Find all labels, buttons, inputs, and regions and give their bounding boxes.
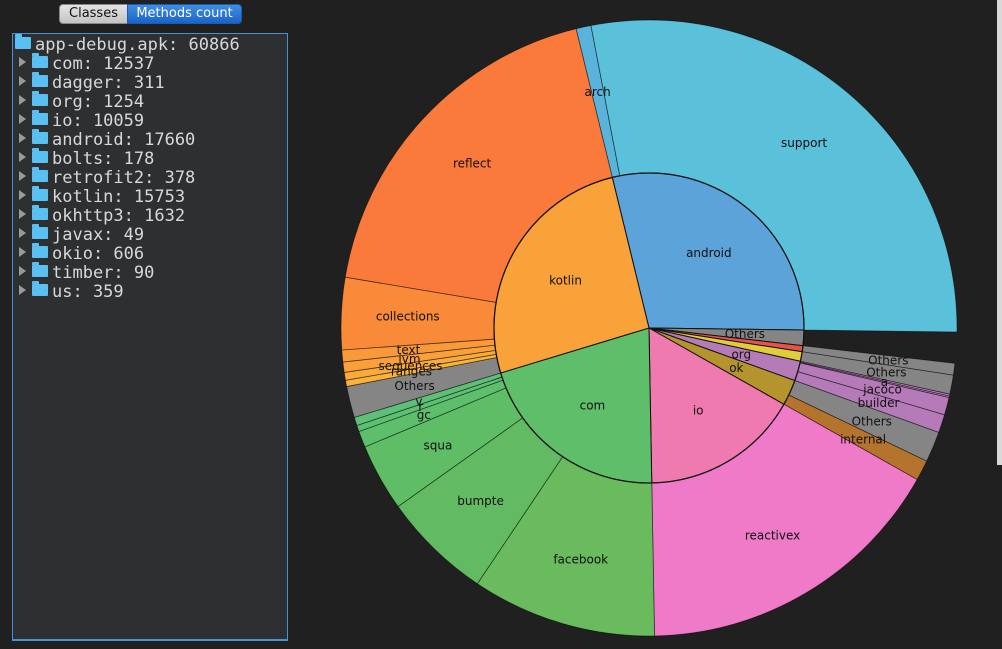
- outer-label-others: Others: [394, 379, 434, 393]
- outer-label-text: text: [397, 343, 421, 357]
- inner-label-okhttp3: ok: [729, 361, 743, 375]
- outer-label-internal: internal: [840, 433, 886, 447]
- outer-label-arch: arch: [585, 85, 611, 99]
- sunburst-chart: androidarchsupportOthersOthersOthersorga…: [340, 19, 958, 637]
- outer-label-support: support: [781, 136, 827, 150]
- inner-label-org: org: [731, 348, 751, 362]
- outer-label-bumptech: bumpte: [457, 494, 504, 508]
- vertical-scrollbar[interactable]: [997, 0, 1002, 465]
- outer-label-others: Others: [852, 414, 892, 428]
- outer-label-squareup: squa: [424, 438, 453, 452]
- outer-label-v: v: [415, 394, 422, 408]
- outer-label-jacoco: jacoco: [862, 382, 902, 396]
- outer-label-builder: builder: [858, 396, 900, 410]
- inner-label-others: Others: [725, 327, 765, 341]
- outer-label-reactivex: reactivex: [745, 528, 800, 542]
- outer-label-facebook: facebook: [553, 553, 608, 567]
- inner-label-kotlin: kotlin: [549, 273, 582, 287]
- inner-label-com: com: [580, 399, 606, 413]
- inner-label-android: android: [686, 246, 732, 260]
- inner-label-io: io: [693, 404, 704, 418]
- outer-label-collections: collections: [376, 310, 440, 324]
- outer-label-reflect: reflect: [453, 157, 492, 171]
